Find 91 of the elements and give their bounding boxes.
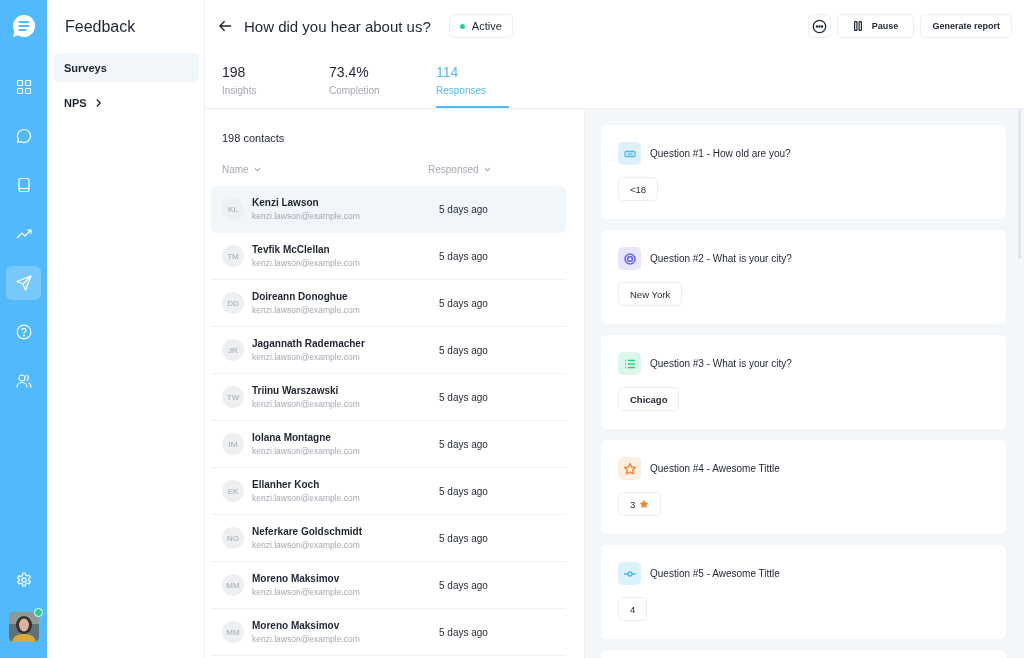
response-time: 5 days ago [439, 297, 488, 309]
contact-row[interactable]: MM Moreno Maksimov kenzi.lawson@example.com 5 days ago [211, 562, 566, 609]
response-time: 5 days ago [439, 391, 488, 403]
contact-name: Kenzi Lawson [252, 197, 320, 208]
question-title: Question #4 - Awesome Tittle [650, 463, 780, 474]
question-title: Question #5 - Awesome Tittle [650, 568, 780, 579]
send-icon [15, 275, 32, 291]
answer-chip: Chicago [618, 387, 680, 411]
initials-avatar: JR [222, 339, 244, 361]
contact-name: Doireann Donoghue [252, 291, 349, 302]
contact-email: kenzi.lawson@example.com [252, 211, 361, 221]
contact-row[interactable]: TW Triinu Warszawski kenzi.lawson@example.com 5 days ago [211, 374, 566, 421]
question-title: Question #2 - What is your city? [650, 253, 792, 264]
survey-title: How did you hear about us? [244, 17, 431, 35]
back-arrow-icon[interactable] [219, 20, 232, 32]
initials-avatar: TM [222, 245, 244, 267]
response-time: 5 days ago [439, 626, 488, 638]
response-time: 5 days ago [439, 438, 488, 450]
contact-row[interactable]: NG Neferkare Goldschmidt kenzi.lawson@example.com 5 days ago [211, 515, 566, 562]
contact-name: Iolana Montagne [252, 432, 332, 443]
chat-icon [15, 128, 32, 144]
initials-avatar: TW [222, 386, 244, 408]
sidebar-title: Feedback [64, 17, 137, 37]
rating-question-icon [618, 457, 641, 480]
stat-tab[interactable]: 73.4% Completion [329, 52, 402, 108]
contact-email: kenzi.lawson@example.com [252, 352, 361, 362]
answer-chip: 3 [618, 492, 662, 516]
status-badge: Active [448, 14, 513, 38]
pause-icon [853, 21, 862, 31]
pause-button[interactable]: Pause [837, 14, 915, 38]
contact-row[interactable]: EK Ellanher Koch kenzi.lawson@example.com 5 days ago [211, 468, 566, 515]
contact-email: kenzi.lawson@example.com [252, 634, 361, 644]
star-icon [639, 499, 650, 509]
more-button[interactable] [808, 14, 832, 38]
contact-email: kenzi.lawson@example.com [252, 446, 361, 456]
contact-row[interactable]: IM Iolana Montagne kenzi.lawson@example.com 5 days ago [211, 421, 566, 468]
help-icon [15, 324, 32, 340]
more-icon [812, 18, 828, 34]
initials-avatar: EK [222, 480, 244, 502]
contact-email: kenzi.lawson@example.com [252, 399, 361, 409]
chat-logo-icon[interactable] [11, 14, 36, 38]
contact-email: kenzi.lawson@example.com [252, 587, 361, 597]
slider-question-icon [618, 562, 641, 585]
contact-row[interactable]: MM Moreno Maksimov kenzi.lawson@example.com 5 days ago [211, 609, 566, 656]
question-title: Question #3 - What is your city? [650, 358, 792, 369]
contact-row[interactable]: KL Kenzi Lawson kenzi.lawson@example.com 5 days ago [211, 186, 566, 233]
settings-icon[interactable] [15, 572, 32, 588]
response-time: 5 days ago [439, 250, 488, 262]
contact-row[interactable]: TM Tevfik McClellan kenzi.lawson@example.com 5 days ago [211, 233, 566, 280]
contact-email: kenzi.lawson@example.com [252, 540, 361, 550]
initials-avatar: MM [222, 621, 244, 643]
response-time: 5 days ago [439, 485, 488, 497]
response-time: 5 days ago [439, 579, 488, 591]
sidebar-item[interactable]: Surveys [53, 53, 199, 82]
contact-name: Ellanher Koch [252, 479, 321, 490]
initials-avatar: MM [222, 574, 244, 596]
book-icon [15, 177, 32, 193]
contact-email: kenzi.lawson@example.com [252, 493, 361, 503]
contact-name: Jagannath Rademacher [252, 338, 366, 349]
stat-tab[interactable]: 198 Insights [222, 52, 295, 108]
contact-email: kenzi.lawson@example.com [252, 258, 361, 268]
contacts-count: 198 contacts [221, 131, 286, 146]
initials-avatar: NG [222, 527, 244, 549]
contact-email: kenzi.lawson@example.com [252, 305, 361, 315]
response-time: 5 days ago [439, 532, 488, 544]
contact-name: Triinu Warszawski [252, 385, 340, 396]
contact-name: Moreno Maksimov [252, 620, 341, 631]
initials-avatar: KL [222, 198, 244, 220]
rail-item-selected[interactable] [6, 266, 41, 300]
caret-icon [253, 166, 261, 172]
radio-question-icon [618, 247, 641, 270]
report-button[interactable]: Generate report [920, 14, 1012, 38]
grid-icon [15, 79, 32, 95]
sidebar-item[interactable]: NPS [53, 88, 177, 117]
question-title: Question #1 - How old are you? [650, 148, 791, 159]
contact-name: Moreno Maksimov [252, 573, 341, 584]
answer-chip: New York [618, 282, 683, 306]
contact-name: Tevfik McClellan [252, 244, 331, 255]
text-question-icon [618, 142, 641, 165]
caret-icon [483, 166, 491, 172]
contact-row[interactable]: DD Doireann Donoghue kenzi.lawson@example.com 5 days ago [211, 280, 566, 327]
contact-row[interactable]: JR Jagannath Rademacher kenzi.lawson@example.com 5 days ago [211, 327, 566, 374]
response-time: 5 days ago [439, 203, 488, 215]
contact-name: Neferkare Goldschmidt [252, 526, 364, 537]
initials-avatar: DD [222, 292, 244, 314]
users-icon [15, 373, 32, 389]
initials-avatar: IM [222, 433, 244, 455]
answer-chip: 4 [618, 597, 648, 621]
answer-chip: <18 [618, 177, 659, 201]
list-question-icon [618, 352, 641, 375]
response-time: 5 days ago [439, 344, 488, 356]
